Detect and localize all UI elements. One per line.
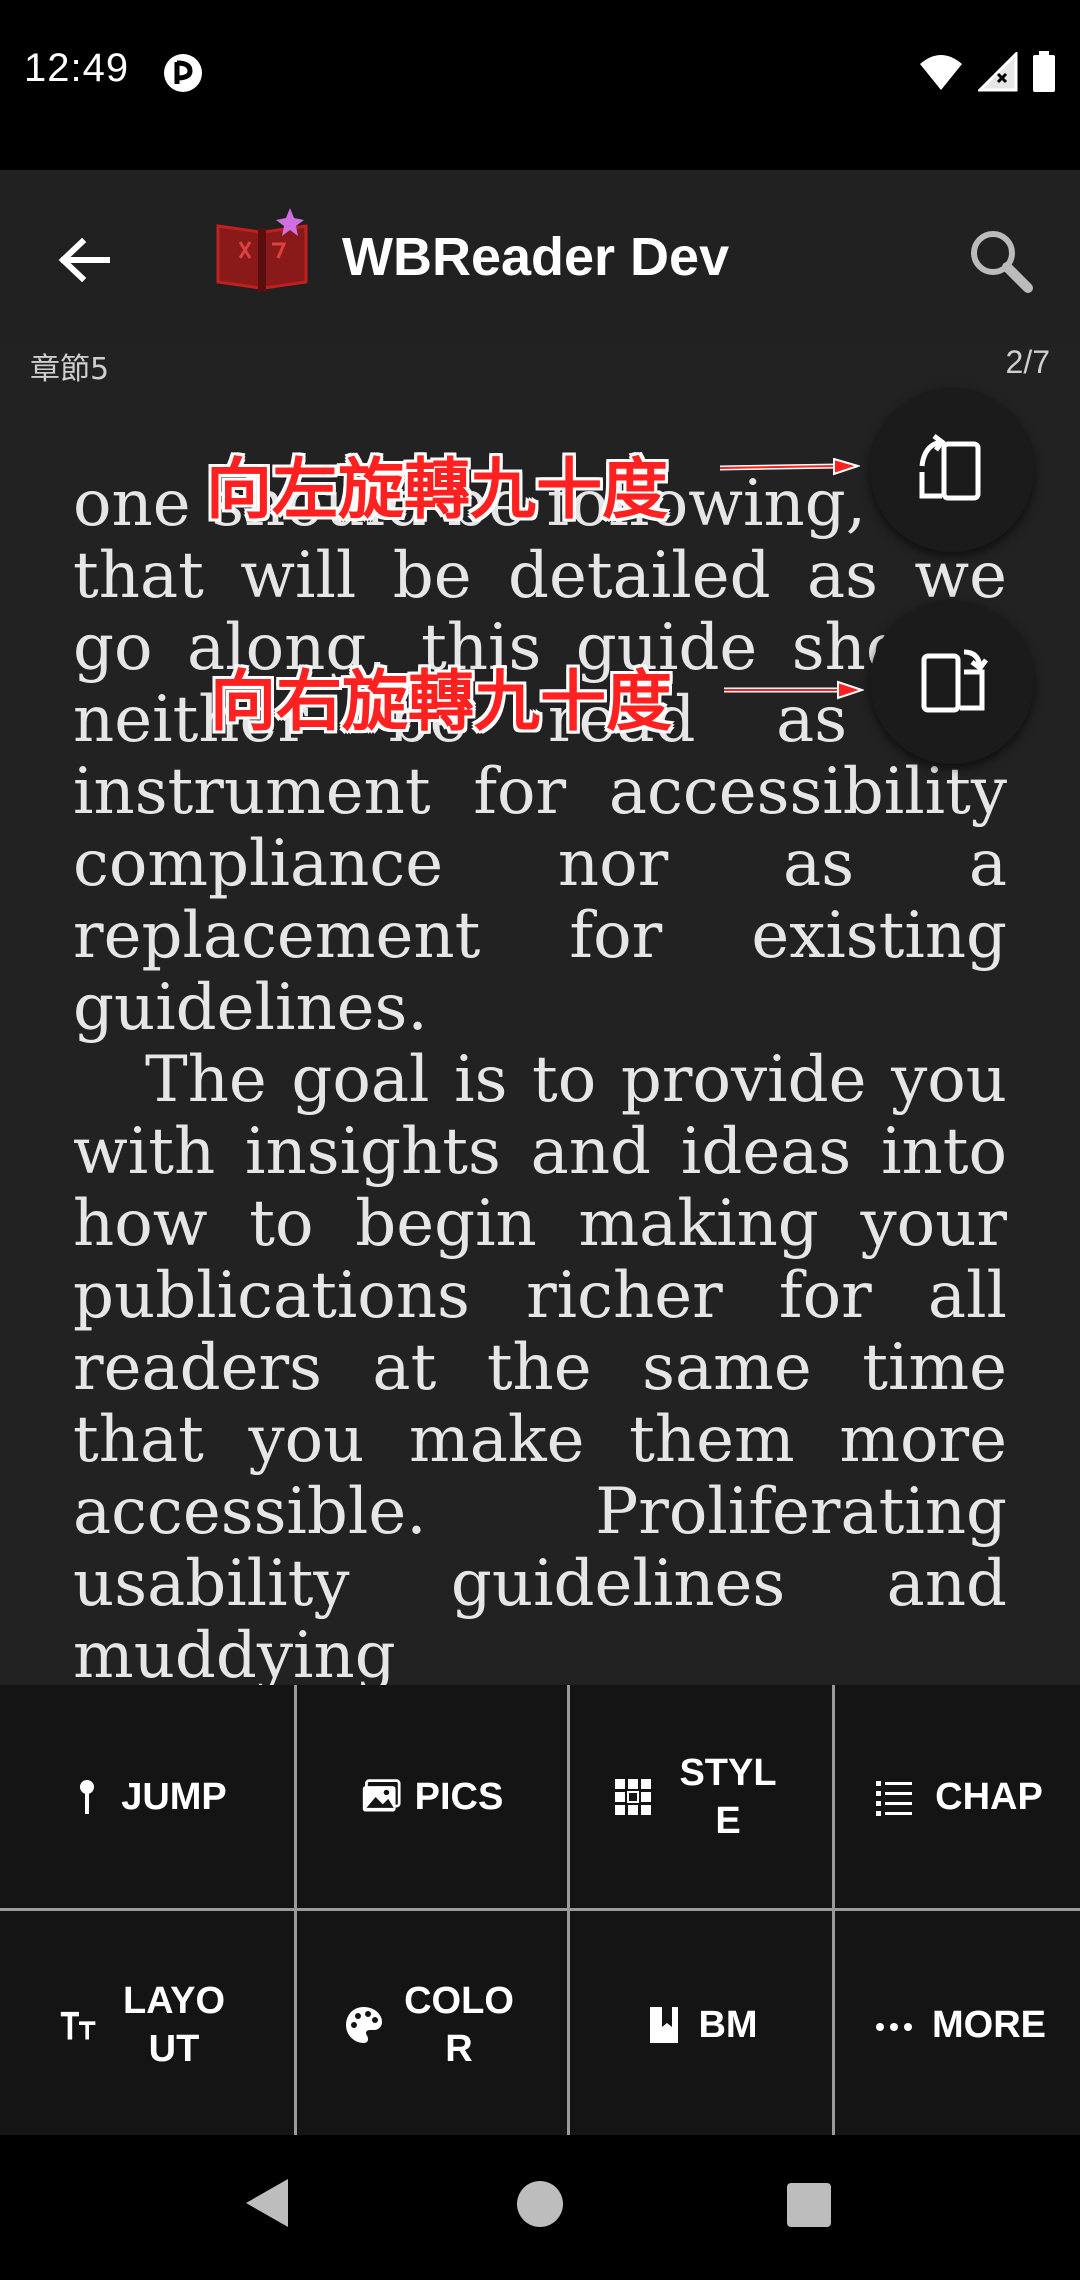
app-bar: WBReader Dev xyxy=(0,170,1080,340)
battery-icon xyxy=(1033,51,1055,92)
bm-label: BM xyxy=(698,2003,758,2046)
status-icons xyxy=(918,50,1056,94)
status-time: 12:49 xyxy=(24,46,130,90)
chap-label: CHAP xyxy=(935,1775,1043,1818)
layout-label: LAYOUT xyxy=(122,1979,226,2070)
screen-rotate-right-icon xyxy=(921,649,988,713)
paragraph: one should be following, and that will b… xyxy=(73,467,1007,1045)
style-label: STYLE xyxy=(679,1751,777,1842)
signal-icon xyxy=(978,52,1018,92)
bookmark-icon xyxy=(650,2006,679,2043)
annotation-arrow-icon xyxy=(724,680,864,700)
annotation-rotate-left: 向左旋轉九十度 xyxy=(206,451,668,528)
app-logo-icon xyxy=(216,208,308,292)
more-dots-icon xyxy=(876,2022,913,2031)
nav-recents-icon[interactable] xyxy=(787,2183,831,2227)
palette-icon xyxy=(346,2006,383,2043)
chapter-label: 章節5 xyxy=(30,352,110,387)
color-label: COLOR xyxy=(404,1979,514,2070)
paragraph: The goal is to provide you with insights… xyxy=(73,1043,1007,1685)
text-size-icon xyxy=(61,2011,96,2040)
search-icon xyxy=(971,231,1033,293)
page-indicator: 2/7 xyxy=(1005,344,1050,380)
bookmark-button[interactable]: BM xyxy=(570,1911,832,2138)
color-button[interactable]: COLOR xyxy=(297,1911,567,2138)
pin-icon xyxy=(80,1779,95,1814)
system-nav-bar xyxy=(0,2135,1080,2280)
annotation-rotate-right: 向右旋轉九十度 xyxy=(210,663,672,740)
wifi-icon xyxy=(920,55,962,90)
status-bar: 12:49 xyxy=(0,0,1080,170)
screen-rotate-left-icon xyxy=(919,434,981,501)
app-notification-icon xyxy=(164,54,202,92)
app-title: WBReader Dev xyxy=(342,227,730,287)
arrow-left-icon xyxy=(58,238,110,282)
rotate-right-button[interactable] xyxy=(870,600,1034,764)
nav-home-icon[interactable] xyxy=(517,2181,563,2227)
layout-button[interactable]: LAYOUT xyxy=(0,1911,294,2138)
pics-label: PICS xyxy=(414,1775,504,1818)
jump-button[interactable]: JUMP xyxy=(0,1685,294,1908)
list-icon xyxy=(876,1780,913,1816)
nav-back-icon[interactable] xyxy=(244,2177,290,2229)
jump-label: JUMP xyxy=(121,1775,227,1818)
more-label: MORE xyxy=(932,2003,1046,2046)
more-button[interactable]: MORE xyxy=(835,1911,1080,2138)
chapters-button[interactable]: CHAP xyxy=(835,1685,1080,1908)
search-button[interactable] xyxy=(960,220,1040,300)
back-button[interactable] xyxy=(44,220,124,300)
rotate-left-button[interactable] xyxy=(870,388,1034,552)
reader-toolbar: JUMP PICS STYLE CHAP LAYOUT COLOR BM MOR… xyxy=(0,1685,1080,2138)
annotation-arrow-icon xyxy=(720,458,860,476)
pics-button[interactable]: PICS xyxy=(297,1685,567,1908)
style-button[interactable]: STYLE xyxy=(570,1685,832,1908)
pictures-icon xyxy=(362,1778,401,1812)
grid-dots-icon xyxy=(615,1778,652,1815)
